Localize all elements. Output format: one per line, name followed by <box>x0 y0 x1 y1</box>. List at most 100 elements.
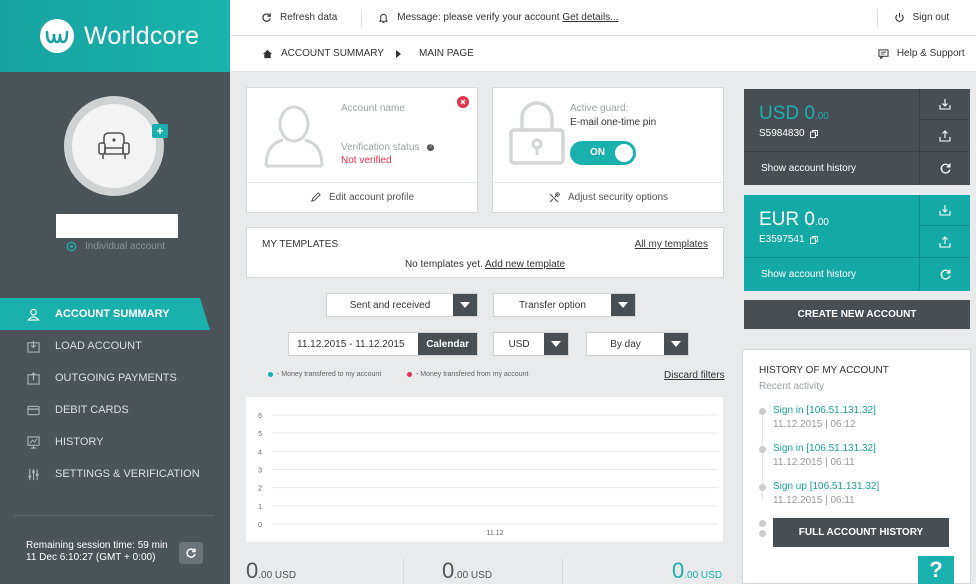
refresh-icon <box>940 163 950 174</box>
breadcrumb-home[interactable]: ACCOUNT SUMMARY <box>262 48 384 59</box>
help-icon[interactable]: ? <box>427 144 435 151</box>
refresh-icon <box>940 269 950 280</box>
history-panel: HISTORY OF MY ACCOUNT Recent activity Si… <box>742 349 971 584</box>
transfer-option-value: Transfer option <box>519 299 586 311</box>
create-account-label: CREATE NEW ACCOUNT <box>797 309 917 320</box>
user-icon <box>26 308 40 321</box>
usd-show-history-button[interactable]: Show account history <box>744 151 919 185</box>
breadcrumb: ACCOUNT SUMMARY MAIN PAGE Help & Support <box>230 36 976 72</box>
adjust-security-button[interactable]: Adjust security options <box>493 182 723 212</box>
sidebar-item-debit-cards[interactable]: DEBIT CARDS <box>0 394 230 426</box>
adjust-security-label: Adjust security options <box>567 192 669 203</box>
legend-incoming-label: - Money transfered to my account <box>277 371 382 378</box>
active-guard-label: Active guard: <box>570 103 629 114</box>
sign-out-label: Sign out <box>912 12 950 23</box>
y-tick-label: 6 <box>258 413 262 420</box>
usd-account-main[interactable]: USD 0.00 S5984830 <box>744 89 919 151</box>
history-item[interactable]: Sign up [106.51.131.32] 11.12.2015 | 06:… <box>773 481 879 506</box>
history-item-date: 11.12.2015 | 06:11 <box>773 457 855 468</box>
history-title: HISTORY OF MY ACCOUNT <box>759 365 889 376</box>
history-item[interactable]: Sign in [106.51.131.32] 11.12.2015 | 06:… <box>773 405 876 430</box>
account-type: Individual account <box>66 241 165 252</box>
usd-refresh-button[interactable] <box>919 151 970 185</box>
sidebar-item-label: ACCOUNT SUMMARY <box>55 308 170 320</box>
breadcrumb-account-summary[interactable]: ACCOUNT SUMMARY <box>281 48 384 59</box>
eur-account-main[interactable]: EUR 0.00 E3597541 <box>744 195 919 257</box>
currency-select-value: USD <box>508 338 530 350</box>
date-range-field[interactable]: 11.12.2015 - 11.12.2015 Calendar <box>288 332 478 356</box>
add-template-link[interactable]: Add new template <box>485 259 565 270</box>
chevron-right-icon <box>395 49 401 58</box>
usd-balance: USD 0 <box>759 103 815 124</box>
chevron-down-icon <box>544 333 568 355</box>
sidebar-item-load-account[interactable]: LOAD ACCOUNT <box>0 330 230 362</box>
transfer-option-select[interactable]: Transfer option <box>493 293 636 317</box>
top-bar: Refresh data Message: please verify your… <box>230 0 976 36</box>
logo-bar[interactable]: Worldcore <box>0 0 230 72</box>
history-subtitle: Recent activity <box>759 381 825 392</box>
history-item-title: Sign in [106.51.131.32] <box>773 405 876 416</box>
chart-svg: 0 1 2 3 4 5 6 11.12 <box>258 413 718 537</box>
card-icon <box>26 405 40 415</box>
sidebar-item-account-summary[interactable]: ACCOUNT SUMMARY <box>0 298 210 330</box>
help-button[interactable]: ? <box>918 556 954 584</box>
copy-icon[interactable] <box>809 235 818 244</box>
bell-icon <box>379 13 389 23</box>
sidebar-item-label: DEBIT CARDS <box>55 404 129 416</box>
copy-icon[interactable] <box>809 129 818 138</box>
sidebar-nav: ACCOUNT SUMMARY LOAD ACCOUNT OUTGOING PA… <box>0 298 230 490</box>
usd-withdraw-button[interactable] <box>919 120 970 151</box>
add-avatar-button[interactable]: + <box>152 124 168 138</box>
refresh-session-button[interactable] <box>179 542 203 564</box>
sidebar-item-history[interactable]: HISTORY <box>0 426 230 458</box>
total-balance-int: 0 <box>672 558 685 583</box>
eur-balance: EUR 0 <box>759 209 815 230</box>
upload-icon <box>939 235 951 248</box>
full-history-button[interactable]: FULL ACCOUNT HISTORY <box>773 518 949 547</box>
upload-icon <box>939 129 951 142</box>
session-remaining: Remaining session time: 59 min <box>26 540 168 551</box>
eur-deposit-button[interactable] <box>919 195 970 226</box>
sidebar: Worldcore + Individual account ACCOUNT S… <box>0 0 230 584</box>
sign-out-button[interactable]: Sign out <box>894 12 950 23</box>
direction-select[interactable]: Sent and received <box>326 293 478 317</box>
sidebar-item-label: HISTORY <box>55 436 104 448</box>
history-item[interactable]: Sign in [106.51.131.32] 11.12.2015 | 06:… <box>773 443 876 468</box>
close-icon[interactable] <box>457 96 469 108</box>
eur-show-history-button[interactable]: Show account history <box>744 257 919 291</box>
verify-message: Message: please verify your account Get … <box>378 12 619 24</box>
create-account-button[interactable]: CREATE NEW ACCOUNT <box>744 300 970 329</box>
download-icon <box>939 205 951 216</box>
upload-icon <box>26 371 40 385</box>
brand-name: Worldcore <box>84 21 200 50</box>
refresh-icon <box>186 548 196 558</box>
legend-incoming: - Money transfered to my account <box>268 371 381 378</box>
all-templates-link[interactable]: All my templates <box>635 239 708 250</box>
help-support-link[interactable]: Help & Support <box>878 48 965 59</box>
sidebar-item-settings-verification[interactable]: SETTINGS & VERIFICATION <box>0 458 230 490</box>
usd-deposit-button[interactable] <box>919 89 970 120</box>
eur-withdraw-button[interactable] <box>919 226 970 257</box>
toggle-knob <box>615 144 633 162</box>
verification-status-value: Not verified <box>341 155 392 166</box>
currency-select[interactable]: USD <box>493 332 569 356</box>
get-details-link[interactable]: Get details... <box>562 12 618 23</box>
calendar-button[interactable]: Calendar <box>418 333 477 355</box>
period-select[interactable]: By day <box>586 332 689 356</box>
discard-filters-link[interactable]: Discard filters <box>664 370 725 381</box>
total-sent: 0.00 USD <box>442 558 492 584</box>
avatar[interactable] <box>64 96 164 196</box>
edit-profile-button[interactable]: Edit account profile <box>247 182 477 212</box>
sidebar-item-label: OUTGOING PAYMENTS <box>55 372 177 384</box>
direction-select-value: Sent and received <box>349 299 431 311</box>
eur-refresh-button[interactable] <box>919 257 970 291</box>
sidebar-item-outgoing-payments[interactable]: OUTGOING PAYMENTS <box>0 362 230 394</box>
refresh-data-button[interactable]: Refresh data <box>261 12 337 23</box>
templates-card: MY TEMPLATES All my templates No templat… <box>246 227 724 278</box>
refresh-icon <box>262 13 271 22</box>
total-sent-dec: .00 USD <box>454 570 493 581</box>
security-toggle[interactable]: ON <box>570 141 636 165</box>
total-sent-int: 0 <box>442 558 455 583</box>
power-icon <box>894 12 904 22</box>
usd-show-history-label: Show account history <box>761 163 857 174</box>
